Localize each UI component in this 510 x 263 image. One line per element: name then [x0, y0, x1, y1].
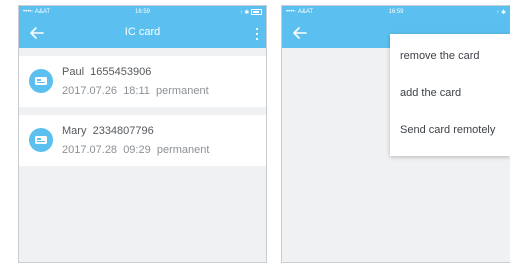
card-time: 18:11 [123, 85, 150, 97]
status-icons: ↑ ✱ [240, 9, 262, 16]
status-bar: ••••◦ A&AT 16:59 ↑ ✱ [19, 6, 266, 19]
menu-item-remove-card[interactable]: remove the card [390, 38, 510, 75]
card-date: 2017.07.26 [62, 85, 118, 97]
status-bar: ••••◦ A&AT 16:59 ↑ ✱ [282, 6, 510, 19]
card-holder-name: Mary [62, 125, 87, 137]
card-holder: Mary 2334807796 [62, 125, 154, 137]
status-icons-label: ↑ ✱ [239, 10, 250, 16]
back-arrow-icon[interactable] [291, 24, 309, 42]
page-title: IC card [124, 26, 161, 38]
card-list: Paul 1655453906 2017.07.26 18:11 permane… [19, 56, 266, 166]
card-list-item[interactable]: Paul 1655453906 2017.07.26 18:11 permane… [19, 56, 266, 107]
status-icons: ↑ ✱ [496, 10, 506, 16]
card-number: 1655453906 [90, 66, 152, 78]
card-number: 2334807796 [92, 125, 154, 137]
menu-item-add-card[interactable]: add the card [390, 75, 510, 112]
card-validity: permanent [156, 85, 209, 97]
overflow-menu: remove the card add the card Send card r… [390, 34, 510, 156]
more-vertical-icon[interactable] [255, 27, 259, 41]
card-list-item[interactable]: Mary 2334807796 2017.07.28 09:29 permane… [19, 115, 266, 166]
card-details: 2017.07.26 18:11 permanent [62, 85, 209, 97]
card-details: 2017.07.28 09:29 permanent [62, 144, 209, 156]
card-date: 2017.07.28 [62, 144, 118, 156]
phone-screen-card-list: ••••◦ A&AT 16:59 ↑ ✱ IC card Paul 165545… [18, 5, 267, 263]
ic-card-icon [29, 128, 53, 152]
card-time: 09:29 [123, 144, 151, 156]
ic-card-icon [29, 69, 53, 93]
card-holder-name: Paul [62, 66, 85, 78]
clock-label: 16:59 [134, 9, 150, 15]
phone-screen-menu-open: ••••◦ A&AT 16:59 ↑ ✱ remove the card add… [281, 5, 510, 263]
card-validity: permanent [156, 144, 210, 156]
menu-item-send-card-remotely[interactable]: Send card remotely [390, 112, 510, 149]
card-holder: Paul 1655453906 [62, 66, 151, 78]
clock-label: 16:59 [388, 9, 404, 15]
battery-icon [251, 9, 262, 16]
app-bar: IC card [19, 19, 266, 48]
